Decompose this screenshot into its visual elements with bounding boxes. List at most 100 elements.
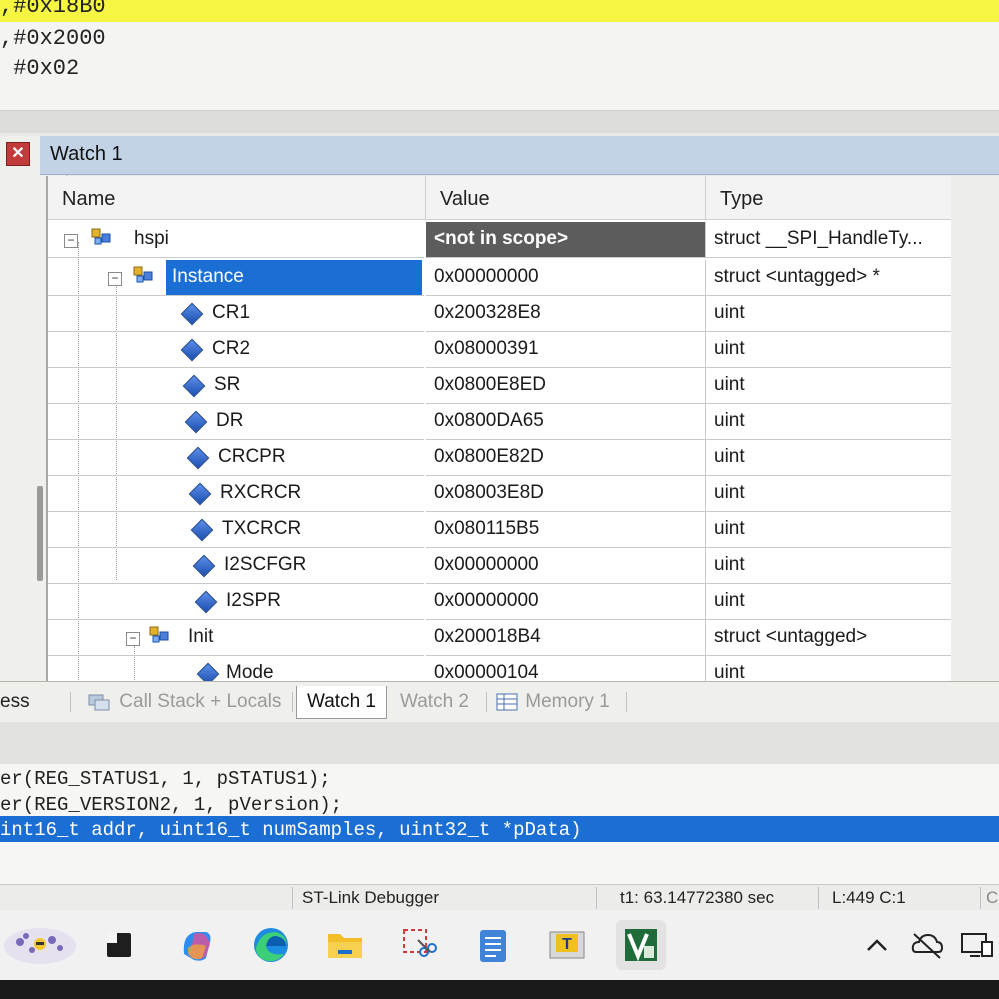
cloud-off-icon[interactable] — [906, 924, 948, 966]
row-type: uint — [706, 332, 952, 368]
tab-separator — [292, 692, 293, 712]
row-type: uint — [706, 584, 952, 620]
status-position: L:449 C:1 — [832, 888, 906, 907]
row-value[interactable]: 0x0800DA65 — [426, 404, 706, 440]
watch-row-txcrcr[interactable]: TXCRCR 0x080115B5 uint — [48, 512, 953, 548]
left-panel-scrollbar[interactable] — [37, 486, 43, 581]
row-name: SR — [214, 374, 241, 395]
row-name-cell: − Instance — [48, 260, 424, 296]
status-separator — [292, 887, 293, 909]
row-name-cell: Mode — [48, 656, 424, 681]
code-line: #0x02 — [0, 56, 80, 81]
row-name-cell: TXCRCR — [48, 512, 424, 548]
row-type: uint — [706, 656, 952, 681]
watch-row-i2spr[interactable]: I2SPR 0x00000000 uint — [48, 584, 953, 620]
row-value[interactable]: 0x08000391 — [426, 332, 706, 368]
edge-icon[interactable] — [250, 924, 292, 966]
watch-window-titlebar: Watch 1 — [40, 136, 999, 175]
row-value[interactable]: 0x0800E82D — [426, 440, 706, 476]
field-icon — [180, 338, 204, 362]
field-icon — [180, 302, 204, 326]
tab-partial-left[interactable]: ess — [0, 686, 30, 718]
row-value[interactable]: 0x00000000 — [426, 260, 706, 296]
row-type: uint — [706, 296, 952, 332]
status-debugger: ST-Link Debugger — [302, 888, 440, 907]
memory-icon — [496, 693, 518, 711]
field-icon — [182, 374, 206, 398]
tab-watch-1[interactable]: Watch 1 — [296, 686, 387, 719]
tab-separator — [486, 692, 487, 712]
row-name: Mode — [226, 662, 274, 681]
row-name: TXCRCR — [222, 518, 302, 539]
row-type: uint — [706, 512, 952, 548]
column-header-value[interactable]: Value — [426, 176, 706, 220]
code-line: ,#0x2000 — [0, 26, 106, 51]
file-explorer-icon[interactable] — [324, 924, 366, 966]
row-value[interactable]: 0x200328E8 — [426, 296, 706, 332]
row-name-cell: I2SCFGR — [48, 548, 424, 584]
row-type: uint — [706, 440, 952, 476]
watch-row-crcpr[interactable]: CRCPR 0x0800E82D uint — [48, 440, 953, 476]
watch-row-dr[interactable]: DR 0x0800DA65 uint — [48, 404, 953, 440]
watch-row-cr2[interactable]: CR2 0x08000391 uint — [48, 332, 953, 368]
watch-row-mode[interactable]: Mode 0x00000104 uint — [48, 656, 953, 681]
watch-row-sr[interactable]: SR 0x0800E8ED uint — [48, 368, 953, 404]
row-value[interactable]: <not in scope> — [426, 222, 706, 258]
row-name-cell: − hspi — [48, 222, 424, 258]
notepad-icon[interactable] — [472, 924, 514, 966]
status-separator — [596, 887, 597, 909]
status-time: t1: 63.14772380 sec — [620, 888, 775, 907]
terminal-icon[interactable] — [98, 924, 140, 966]
watch-row-init[interactable]: − Init 0x200018B4 struct <untagged> — [48, 620, 953, 656]
watch-row-i2scfgr[interactable]: I2SCFGR 0x00000000 uint — [48, 548, 953, 584]
field-icon — [188, 482, 212, 506]
code-editor-bottom[interactable]: er(REG_STATUS1, 1, pSTATUS1); er(REG_VER… — [0, 764, 999, 884]
row-name: DR — [216, 410, 244, 431]
row-value[interactable]: 0x0800E8ED — [426, 368, 706, 404]
row-name-cell: DR — [48, 404, 424, 440]
collapse-icon[interactable]: − — [126, 632, 140, 646]
copilot-icon[interactable] — [176, 924, 218, 966]
tab-separator — [626, 692, 627, 712]
tab-call-stack-locals[interactable]: Call Stack + Locals — [86, 686, 281, 718]
watch-row-hspi[interactable]: − hspi <not in scope> struct __SPI_Handl… — [48, 222, 953, 258]
lavender-widget[interactable] — [2, 924, 80, 966]
tab-separator — [70, 692, 71, 712]
field-icon — [194, 590, 218, 614]
text-app-icon[interactable]: T — [546, 924, 588, 966]
collapse-icon[interactable]: − — [108, 272, 122, 286]
tab-memory-1[interactable]: Memory 1 — [496, 686, 610, 718]
status-separator — [818, 887, 819, 909]
tab-watch-2[interactable]: Watch 2 — [400, 686, 469, 718]
row-type: uint — [706, 476, 952, 512]
close-watch-button[interactable]: ✕ — [6, 142, 30, 166]
snipping-tool-icon[interactable] — [398, 924, 440, 966]
column-header-name[interactable]: Name — [48, 176, 426, 220]
watch-row-rxcrcr[interactable]: RXCRCR 0x08003E8D uint — [48, 476, 953, 512]
row-value[interactable]: 0x08003E8D — [426, 476, 706, 512]
remote-display-icon[interactable] — [956, 924, 998, 966]
status-extra: C — [986, 888, 999, 907]
row-value[interactable]: 0x080115B5 — [426, 512, 706, 548]
watch-row-cr1[interactable]: CR1 0x200328E8 uint — [48, 296, 953, 332]
code-line-selected: int16_t addr, uint16_t numSamples, uint3… — [0, 819, 582, 841]
watch-grid[interactable]: Name Value Type − hspi <not in scope> st… — [46, 176, 953, 681]
panel-splitter[interactable] — [0, 722, 999, 765]
row-value[interactable]: 0x00000000 — [426, 584, 706, 620]
column-header-type[interactable]: Type — [706, 176, 953, 220]
keil-uvision-icon[interactable] — [616, 920, 666, 970]
row-value[interactable]: 0x00000104 — [426, 656, 706, 681]
watch-row-instance[interactable]: − Instance 0x00000000 struct <untagged> … — [48, 260, 953, 296]
call-stack-icon — [88, 694, 110, 711]
row-type: struct __SPI_HandleTy... — [706, 222, 952, 258]
row-value[interactable]: 0x200018B4 — [426, 620, 706, 656]
row-name: I2SCFGR — [224, 554, 307, 575]
panel-splitter[interactable] — [0, 110, 999, 133]
chevron-up-icon[interactable] — [856, 924, 898, 966]
row-value[interactable]: 0x00000000 — [426, 548, 706, 584]
field-icon — [196, 662, 220, 681]
collapse-icon[interactable]: − — [64, 234, 78, 248]
code-editor-top[interactable]: ,#0x18B0 ,#0x2000 #0x02 — [0, 0, 999, 110]
row-type: struct <untagged> — [706, 620, 952, 656]
row-name-cell: CR1 — [48, 296, 424, 332]
